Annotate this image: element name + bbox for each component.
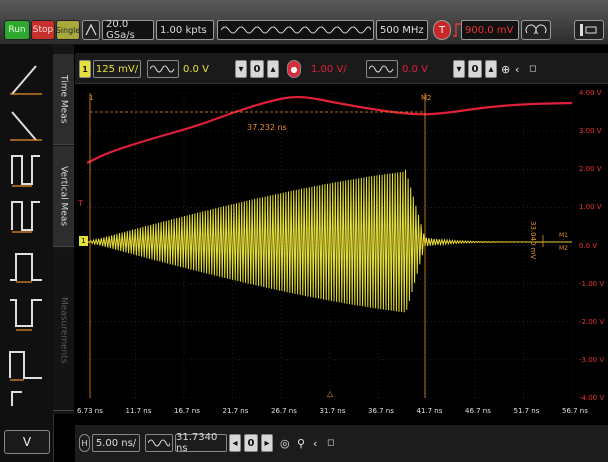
channel4-waveform-icon[interactable]	[366, 60, 398, 78]
right-axis-label: 3.00 V	[579, 127, 602, 136]
channel1-down-button[interactable]: ▾	[235, 60, 247, 78]
bandwidth-field[interactable]: 500 MHz	[376, 20, 428, 40]
trigger-level-field[interactable]: 900.0 mV	[461, 20, 519, 40]
channel4-down-button[interactable]: ▾	[453, 60, 465, 78]
horizontal-badge[interactable]: H	[79, 434, 90, 452]
bottom-axis-label: 31.7 ns	[319, 407, 346, 415]
pulse-width-icon[interactable]	[8, 246, 44, 286]
trigger-level-marker[interactable]: T	[78, 199, 83, 208]
oscilloscope-screen: { "toolbar": { "run_label": "Run", "stop…	[0, 0, 608, 462]
timebase-bar: H 5.00 ns/ 31.7340 ns ◂ 0 ▸ ◎ ⚲ ‹ ◻	[75, 425, 608, 462]
tab-vertical-meas[interactable]: Vertical Meas	[53, 146, 74, 247]
menu-toggle-icon[interactable]	[574, 20, 604, 40]
channel1-up-button[interactable]: ▴	[267, 60, 279, 78]
waveform-display: 1 M2 37.232 ns 33.040 mV M1 M2 △	[87, 93, 572, 398]
rise-time-icon[interactable]	[8, 60, 44, 100]
bottom-axis-label: 51.7 ns	[513, 407, 540, 415]
channel4-up-button[interactable]: ▴	[485, 60, 497, 78]
tab-time-meas[interactable]: Time Meas	[53, 54, 74, 145]
position-right-button[interactable]: ▸	[261, 434, 273, 452]
sample-rate-field[interactable]: 20.0 GSa/s	[102, 19, 154, 41]
waveform-preview	[217, 20, 374, 40]
bottom-axis-label: 41.7 ns	[416, 407, 443, 415]
undo-redo-icon[interactable]	[521, 20, 551, 40]
collapse-icon[interactable]: ◻	[529, 60, 539, 78]
right-axis-label: -3.00 V	[579, 355, 605, 364]
bottom-axis-label: 11.7 ns	[125, 407, 152, 415]
expand-panel-button[interactable]: V	[4, 430, 50, 454]
channel4-scale-field[interactable]: 1.00 V/	[311, 60, 357, 78]
measurement-tabs: Time Meas Vertical Meas Measurements	[53, 44, 74, 414]
reference-icon[interactable]: ⚲	[297, 434, 309, 452]
right-axis-label: 0.0 V	[579, 241, 598, 250]
period-icon[interactable]	[8, 150, 44, 190]
add-channel-icon[interactable]: ⊕	[501, 60, 513, 78]
bottom-axis-label: 36.7 ns	[368, 407, 394, 415]
position-zero-button[interactable]: 0	[244, 434, 258, 452]
duty-cycle-icon[interactable]	[8, 344, 44, 384]
m1-label: M1	[559, 232, 568, 239]
chevron-left-icon[interactable]: ‹	[313, 434, 323, 452]
channel4-badge-icon[interactable]: ●	[287, 60, 301, 78]
amplitude-measurement-label: 33.040 mV	[529, 221, 537, 260]
bottom-axis-label: 26.7 ns	[271, 407, 297, 415]
right-axis-label: -2.00 V	[579, 317, 605, 326]
channel1-waveform	[87, 169, 572, 313]
position-left-button[interactable]: ◂	[229, 434, 241, 452]
single-button[interactable]: Single	[56, 20, 80, 40]
bottom-axis-label: 16.7 ns	[174, 407, 200, 415]
channel1-offset-field[interactable]: 0.0 V	[183, 60, 223, 78]
trigger-icon[interactable]: T	[433, 20, 451, 40]
channel4-offset-field[interactable]: 0.0 V	[402, 60, 436, 78]
channel1-waveform-icon[interactable]	[147, 60, 179, 78]
frequency-icon[interactable]	[8, 196, 44, 236]
run-button[interactable]: Run	[4, 20, 30, 40]
channel1-badge[interactable]: 1	[79, 60, 91, 78]
channel1-ground-marker[interactable]: 1	[79, 236, 88, 246]
m2-label: M2	[559, 245, 568, 252]
bottom-axis-label: 56.7 ns	[562, 407, 588, 415]
trigger-position-marker: △	[327, 389, 334, 398]
rising-edge-icon[interactable]	[453, 20, 461, 40]
stop-button[interactable]: Stop	[31, 20, 55, 40]
right-axis-label: 2.00 V	[579, 165, 602, 174]
timebase-scale-field[interactable]: 5.00 ns/	[92, 434, 140, 452]
record-length-field[interactable]: 1.00 kpts	[156, 20, 214, 40]
time-measurement-label: 37.232 ns	[247, 123, 287, 132]
zoom-icon[interactable]: ◎	[280, 434, 294, 452]
bottom-axis-label: 6.73 ns	[77, 407, 103, 415]
timebase-waveform-icon[interactable]	[145, 434, 173, 452]
bottom-axis-label: 21.7 ns	[222, 407, 249, 415]
right-axis-label: -1.00 V	[579, 279, 605, 288]
marker2-label: M2	[421, 94, 432, 102]
measurement-palette: V	[0, 44, 54, 462]
right-axis-label: 1.00 V	[579, 203, 602, 212]
right-axis-label: 4.00 V	[579, 89, 602, 97]
bottom-axis-label: 46.7 ns	[465, 407, 491, 415]
acquisition-mode-icon[interactable]	[82, 20, 100, 40]
top-toolbar: Run Stop Single 20.0 GSa/s 1.00 kpts 500…	[0, 0, 608, 45]
collapse-icon[interactable]: ◻	[327, 434, 337, 452]
negative-width-icon[interactable]	[8, 294, 44, 334]
tab-measurements[interactable]: Measurements	[53, 250, 74, 411]
right-axis-label: -4.00 V	[579, 394, 605, 402]
marker1-label: 1	[89, 94, 93, 102]
channel1-zero-button[interactable]: 0	[250, 60, 264, 78]
delay-icon[interactable]	[8, 386, 44, 410]
timebase-position-field[interactable]: 31.7340 ns	[175, 432, 227, 454]
fall-time-icon[interactable]	[8, 106, 44, 146]
channel1-scale-field[interactable]: 125 mV/	[93, 60, 141, 78]
chevron-left-icon[interactable]: ‹	[515, 60, 525, 78]
channel-bar: 1 125 mV/ 0.0 V ▾ 0 ▴ ● 1.00 V/ 0.0 V ▾ …	[75, 53, 608, 84]
channel4-zero-button[interactable]: 0	[468, 60, 482, 78]
